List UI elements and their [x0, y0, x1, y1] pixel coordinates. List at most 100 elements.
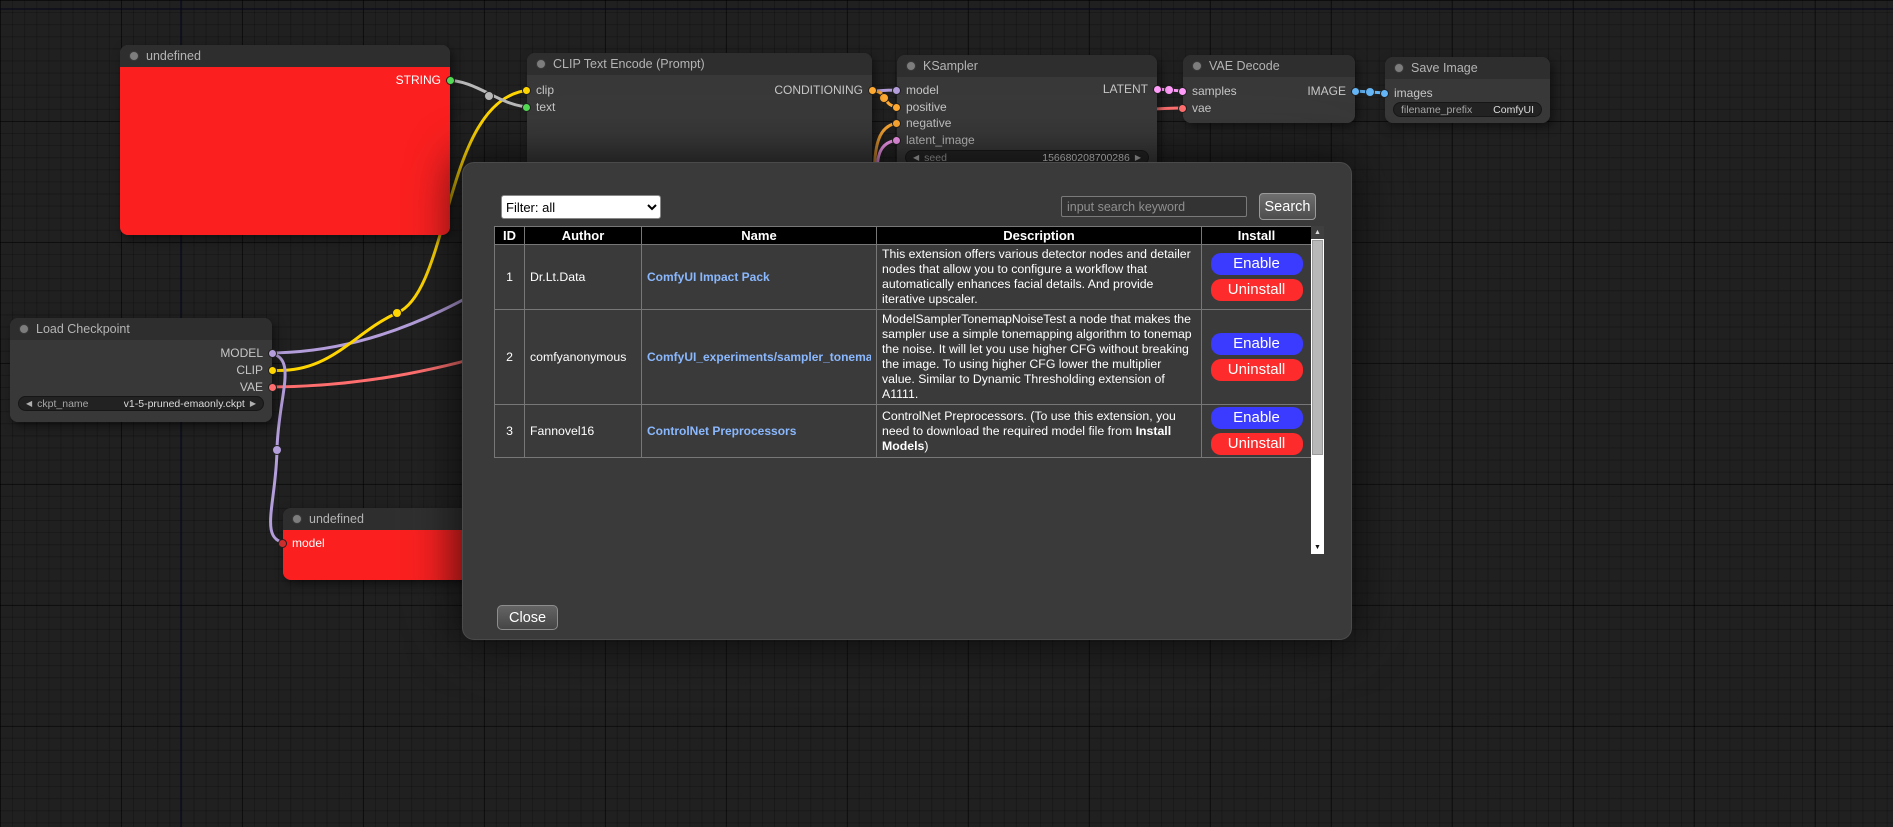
cell-name: ComfyUI_experiments/sampler_tonemap	[642, 310, 877, 405]
enable-button[interactable]: Enable	[1211, 253, 1303, 275]
node-collapse-dot[interactable]	[1394, 63, 1404, 73]
port-label: clip	[536, 83, 554, 97]
samples-port-dot[interactable]	[1178, 87, 1187, 96]
node-title: Load Checkpoint	[36, 322, 130, 336]
uninstall-button[interactable]: Uninstall	[1211, 359, 1303, 381]
output-port-latent[interactable]: LATENT	[1103, 81, 1157, 97]
uninstall-button[interactable]: Uninstall	[1211, 279, 1303, 301]
install-custom-nodes-dialog: Filter: all Search ID Author Name Descri…	[462, 162, 1352, 640]
vae-port-dot[interactable]	[268, 383, 277, 392]
scroll-down-icon[interactable]: ▼	[1311, 541, 1324, 554]
node-collapse-dot[interactable]	[906, 61, 916, 71]
ckpt-name-widget[interactable]: ◀ ckpt_name v1-5-pruned-emaonly.ckpt ▶	[18, 396, 264, 411]
node-vae-decode[interactable]: VAE Decode samples vae IMAGE	[1183, 55, 1355, 123]
cell-author: comfyanonymous	[525, 310, 642, 405]
scroll-up-icon[interactable]: ▲	[1311, 226, 1324, 239]
cell-name: ControlNet Preprocessors	[642, 405, 877, 458]
input-port-model[interactable]: model	[283, 535, 325, 551]
extension-link[interactable]: ComfyUI_experiments/sampler_tonemap	[647, 350, 871, 365]
link-midpoint-dot	[1165, 86, 1174, 95]
port-label: STRING	[396, 73, 441, 87]
input-port-latent-image[interactable]: latent_image	[897, 132, 975, 148]
output-port-model[interactable]: MODEL	[220, 345, 272, 361]
input-port-clip[interactable]: clip	[527, 82, 554, 98]
node-clip-text-encode[interactable]: CLIP Text Encode (Prompt) clip text COND…	[527, 53, 872, 173]
link-midpoint-dot	[273, 446, 282, 455]
widget-label: ckpt_name	[37, 398, 88, 410]
node-graph-canvas[interactable]: undefined STRING CLIP Text Encode (Promp…	[0, 0, 1893, 827]
table-scrollbar[interactable]: ▲ ▼	[1311, 226, 1324, 554]
port-label: vae	[1192, 101, 1211, 115]
conditioning-port-dot[interactable]	[868, 86, 877, 95]
table-row: 1 Dr.Lt.Data ComfyUI Impact Pack This ex…	[495, 245, 1312, 310]
node-title: KSampler	[923, 59, 978, 73]
clip-port-dot[interactable]	[522, 86, 531, 95]
images-port-dot[interactable]	[1380, 89, 1389, 98]
output-port-vae[interactable]: VAE	[240, 379, 272, 395]
model-port-dot[interactable]	[278, 539, 287, 548]
node-collapse-dot[interactable]	[1192, 61, 1202, 71]
header-install: Install	[1202, 227, 1312, 245]
node-collapse-dot[interactable]	[292, 514, 302, 524]
input-port-text[interactable]: text	[527, 99, 555, 115]
node-load-checkpoint[interactable]: Load Checkpoint MODEL CLIP VAE ◀ ckpt_na…	[10, 318, 272, 422]
search-button[interactable]: Search	[1259, 193, 1316, 220]
clip-port-dot[interactable]	[268, 366, 277, 375]
node-collapse-dot[interactable]	[129, 51, 139, 61]
vae-port-dot[interactable]	[1178, 104, 1187, 113]
output-port-conditioning[interactable]: CONDITIONING	[774, 82, 872, 98]
node-save-image[interactable]: Save Image images filename_prefix ComfyU…	[1385, 57, 1550, 123]
filter-select[interactable]: Filter: all	[501, 195, 661, 219]
input-port-images[interactable]: images	[1385, 85, 1433, 101]
node-header[interactable]: VAE Decode	[1183, 55, 1355, 77]
increment-arrow-icon[interactable]: ▶	[1135, 154, 1141, 162]
output-port-clip[interactable]: CLIP	[236, 362, 272, 378]
node-header[interactable]: Load Checkpoint	[10, 318, 272, 340]
decrement-arrow-icon[interactable]: ◀	[26, 400, 32, 408]
close-button[interactable]: Close	[497, 605, 558, 630]
extension-link[interactable]: ComfyUI Impact Pack	[647, 270, 871, 285]
input-port-model[interactable]: model	[897, 82, 939, 98]
cell-description: This extension offers various detector n…	[877, 245, 1202, 310]
node-header[interactable]: undefined	[120, 45, 450, 67]
text-port-dot[interactable]	[522, 103, 531, 112]
extension-link[interactable]: ControlNet Preprocessors	[647, 424, 871, 439]
decrement-arrow-icon[interactable]: ◀	[913, 154, 919, 162]
output-port-image[interactable]: IMAGE	[1307, 83, 1355, 99]
positive-port-dot[interactable]	[892, 103, 901, 112]
node-header[interactable]: KSampler	[897, 55, 1157, 77]
cell-install: Enable Uninstall	[1202, 405, 1312, 458]
link-midpoint-dot	[880, 94, 889, 103]
node-header[interactable]: CLIP Text Encode (Prompt)	[527, 53, 872, 75]
model-port-dot[interactable]	[892, 86, 901, 95]
node-title: VAE Decode	[1209, 59, 1280, 73]
search-input[interactable]	[1061, 196, 1247, 217]
increment-arrow-icon[interactable]: ▶	[250, 400, 256, 408]
output-port-string[interactable]: STRING	[396, 72, 450, 88]
port-label: CLIP	[236, 363, 263, 377]
image-port-dot[interactable]	[1351, 87, 1360, 96]
input-port-samples[interactable]: samples	[1183, 83, 1237, 99]
node-header[interactable]: Save Image	[1385, 57, 1550, 79]
enable-button[interactable]: Enable	[1211, 333, 1303, 355]
input-port-negative[interactable]: negative	[897, 115, 951, 131]
node-collapse-dot[interactable]	[19, 324, 29, 334]
latent-port-dot[interactable]	[1153, 85, 1162, 94]
model-port-dot[interactable]	[268, 349, 277, 358]
uninstall-button[interactable]: Uninstall	[1211, 433, 1303, 455]
input-port-vae[interactable]: vae	[1183, 100, 1211, 116]
enable-button[interactable]: Enable	[1211, 407, 1303, 429]
port-label: model	[906, 83, 939, 97]
input-port-positive[interactable]: positive	[897, 99, 947, 115]
node-collapse-dot[interactable]	[536, 59, 546, 69]
port-label: positive	[906, 100, 947, 114]
node-undefined-top[interactable]: undefined STRING	[120, 45, 450, 235]
string-port-dot[interactable]	[446, 76, 455, 85]
cell-id: 1	[495, 245, 525, 310]
scrollbar-thumb[interactable]	[1312, 240, 1323, 455]
node-ksampler[interactable]: KSampler model positive negative latent_…	[897, 55, 1157, 175]
filename-prefix-widget[interactable]: filename_prefix ComfyUI	[1393, 102, 1542, 117]
latent-image-port-dot[interactable]	[892, 136, 901, 145]
port-label: images	[1394, 86, 1433, 100]
negative-port-dot[interactable]	[892, 119, 901, 128]
